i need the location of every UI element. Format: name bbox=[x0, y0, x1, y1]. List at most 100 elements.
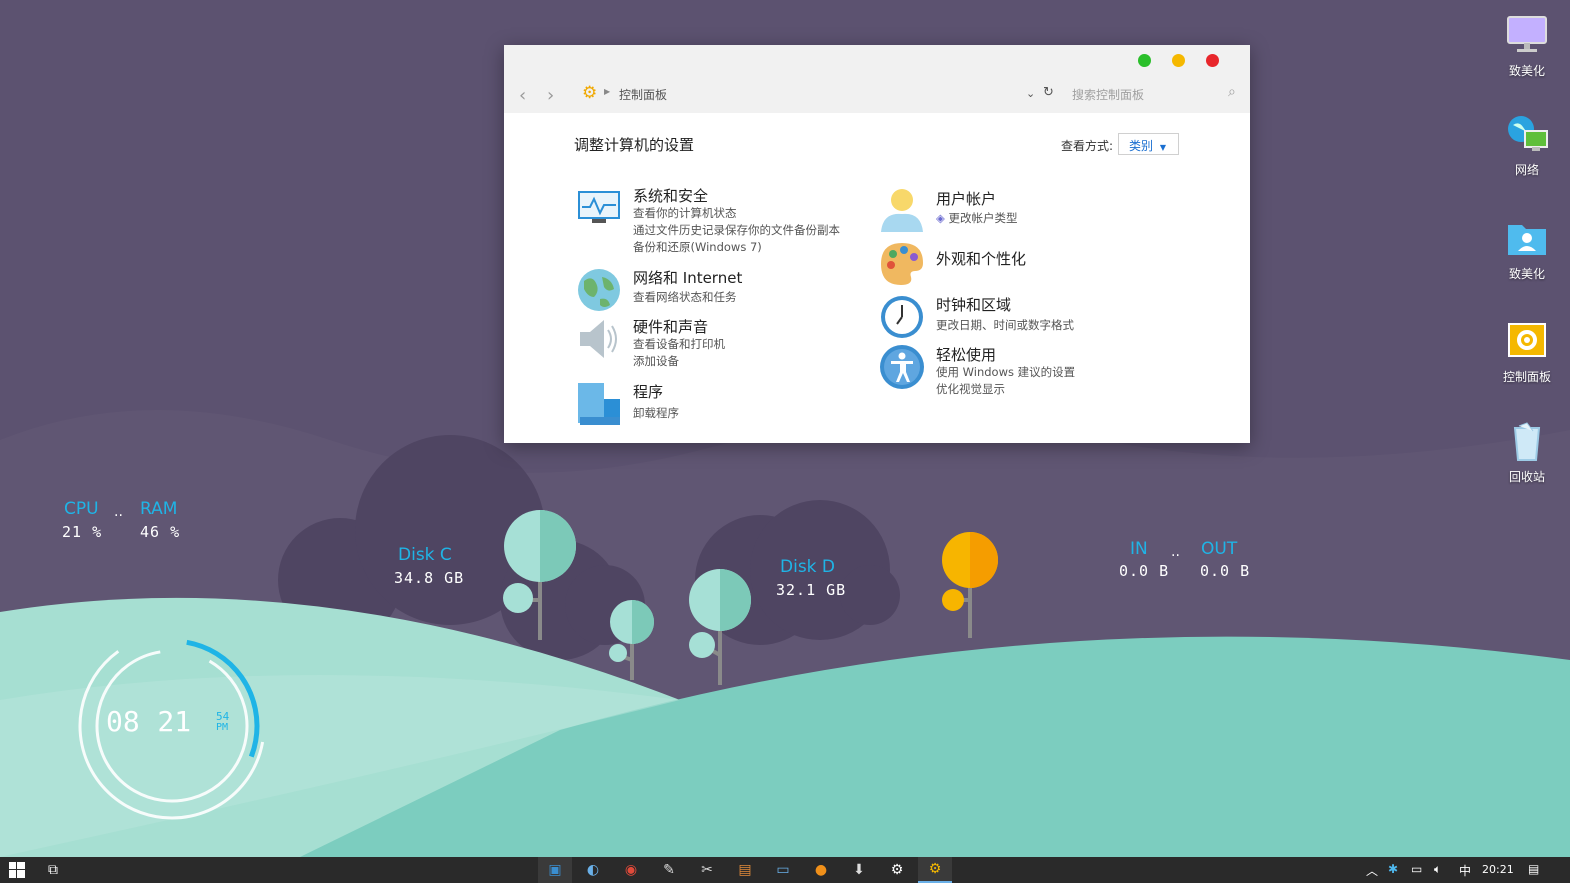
download-icon[interactable]: ⬇ bbox=[842, 857, 876, 883]
clock-ampm: PM bbox=[216, 722, 229, 733]
start-button[interactable] bbox=[0, 857, 34, 883]
category-link-text: 更改帐户类型 bbox=[948, 211, 1018, 225]
page-title: 调整计算机的设置 bbox=[574, 136, 695, 154]
explorer-icon[interactable]: ▣ bbox=[538, 857, 572, 883]
breadcrumb[interactable]: 控制面板 bbox=[619, 86, 667, 103]
address-dropdown-icon[interactable]: ⌄ bbox=[1026, 87, 1035, 100]
category-link[interactable]: 通过文件历史记录保存你的文件备份副本 bbox=[633, 222, 840, 238]
chrome-icon[interactable]: ◉ bbox=[614, 857, 648, 883]
refresh-icon[interactable]: ↻ bbox=[1043, 85, 1054, 100]
category-clock-region[interactable]: 时钟和区域 更改日期、时间或数字格式 bbox=[879, 294, 1159, 340]
category-programs[interactable]: 程序 卸载程序 bbox=[576, 381, 876, 427]
search-input[interactable]: 搜索控制面板 bbox=[1072, 86, 1144, 103]
control-panel-window: ‹ › ⚙ ▶ 控制面板 ⌄ ↻ 搜索控制面板 ⌕ 调整计算机的设置 查看方式:… bbox=[504, 45, 1250, 443]
system-security-icon bbox=[578, 191, 620, 223]
category-title[interactable]: 程序 bbox=[633, 381, 663, 402]
disk-c-label: Disk C bbox=[398, 545, 452, 565]
control-panel-icon[interactable]: ⚙ bbox=[918, 857, 952, 883]
category-hardware-sound[interactable]: 硬件和声音 查看设备和打印机 添加设备 bbox=[576, 316, 876, 370]
category-link[interactable]: 查看设备和打印机 bbox=[633, 336, 725, 352]
chevron-down-icon: ▼ bbox=[1159, 143, 1166, 152]
recycle-bin-icon bbox=[1513, 422, 1541, 461]
desktop-icon-label: 致美化 bbox=[1508, 267, 1545, 281]
category-title[interactable]: 外观和个性化 bbox=[936, 248, 1026, 269]
category-link[interactable]: 使用 Windows 建议的设置 bbox=[936, 364, 1075, 380]
category-title[interactable]: 网络和 Internet bbox=[633, 267, 742, 288]
volume-icon[interactable]: 🔈︎ bbox=[1434, 862, 1441, 877]
display-icon[interactable]: ▭ bbox=[766, 857, 800, 883]
disk-d-label: Disk D bbox=[780, 557, 836, 577]
maximize-button[interactable] bbox=[1138, 54, 1151, 67]
control-panel-icon bbox=[1508, 323, 1546, 357]
globe-icon bbox=[578, 269, 620, 311]
user-folder-icon bbox=[1508, 225, 1546, 255]
network-tray-icon[interactable]: ▭ bbox=[1411, 862, 1422, 876]
cpu-value: 21 % bbox=[62, 523, 103, 541]
ime-indicator[interactable]: 中 bbox=[1459, 862, 1471, 879]
category-link[interactable]: 优化视觉显示 bbox=[936, 381, 1005, 397]
cpu-label: CPU bbox=[64, 499, 99, 519]
notification-icon[interactable]: ▤ bbox=[1528, 862, 1539, 876]
category-title[interactable]: 系统和安全 bbox=[633, 185, 708, 206]
view-by-value: 类别 bbox=[1129, 139, 1154, 153]
net-in-label: IN bbox=[1130, 539, 1148, 559]
category-system-security[interactable]: 系统和安全 查看你的计算机状态 通过文件历史记录保存你的文件备份副本 备份和还原… bbox=[576, 185, 876, 255]
desktop-icon-label: 致美化 bbox=[1508, 64, 1545, 78]
cpu-ram-separator: .. bbox=[114, 504, 123, 520]
monitor-icon bbox=[1507, 16, 1547, 52]
view-by-select[interactable]: 类别 ▼ bbox=[1118, 133, 1179, 155]
shield-icon: ◈ bbox=[936, 211, 945, 225]
category-link[interactable]: 备份和还原(Windows 7) bbox=[633, 239, 762, 255]
category-link[interactable]: 更改日期、时间或数字格式 bbox=[936, 317, 1074, 333]
category-title[interactable]: 时钟和区域 bbox=[936, 294, 1011, 315]
settings-icon[interactable]: ⚙ bbox=[880, 857, 914, 883]
notes-icon[interactable]: ✎ bbox=[652, 857, 686, 883]
back-arrow-icon[interactable]: ‹ bbox=[519, 85, 526, 106]
desktop-icon-meihua-1[interactable]: 致美化 bbox=[1486, 14, 1568, 79]
category-link[interactable]: 添加设备 bbox=[633, 353, 679, 369]
disk-c-value: 34.8 GB bbox=[394, 569, 465, 587]
taskbar: ⧉ ▣ ◐ ◉ ✎ ✂ ▤ ▭ ● ⬇ ⚙ ⚙ ︿ ✱ ▭ 🔈︎ 中 20:21… bbox=[0, 857, 1570, 883]
net-in-value: 0.0 B bbox=[1119, 562, 1170, 580]
search-icon[interactable]: ⌕ bbox=[1228, 84, 1236, 100]
close-button[interactable] bbox=[1206, 54, 1219, 67]
accessibility-icon bbox=[880, 345, 924, 389]
category-title[interactable]: 硬件和声音 bbox=[633, 316, 708, 337]
breadcrumb-chevron-icon[interactable]: ▶ bbox=[604, 87, 610, 96]
view-by-label: 查看方式: bbox=[1061, 139, 1114, 153]
category-title[interactable]: 用户帐户 bbox=[936, 188, 996, 209]
desktop-icon-control-panel[interactable]: 控制面板 bbox=[1486, 320, 1568, 385]
clock-minute: 21 bbox=[157, 705, 192, 738]
clock-widget: 08 21 bbox=[106, 705, 191, 738]
category-network-internet[interactable]: 网络和 Internet 查看网络状态和任务 bbox=[576, 267, 876, 313]
category-user-accounts[interactable]: 用户帐户 ◈ 更改帐户类型 bbox=[879, 188, 1159, 234]
category-title[interactable]: 轻松使用 bbox=[936, 344, 996, 365]
network-icon bbox=[1508, 116, 1548, 151]
category-appearance[interactable]: 外观和个性化 bbox=[879, 241, 1159, 287]
category-ease-of-access[interactable]: 轻松使用 使用 Windows 建议的设置 优化视觉显示 bbox=[879, 344, 1159, 396]
taskbar-clock[interactable]: 20:21 bbox=[1482, 863, 1514, 876]
edge-icon[interactable]: ◐ bbox=[576, 857, 610, 883]
app-tray-icon[interactable]: ✱ bbox=[1388, 862, 1398, 876]
desktop-icon-network[interactable]: 网络 bbox=[1486, 113, 1568, 178]
chevron-up-icon[interactable]: ︿ bbox=[1366, 862, 1378, 879]
task-view-icon[interactable]: ⧉ bbox=[36, 857, 70, 883]
category-link[interactable]: 查看你的计算机状态 bbox=[633, 205, 737, 221]
desktop-icon-recycle-bin[interactable]: 回收站 bbox=[1486, 420, 1568, 485]
category-link[interactable]: 卸载程序 bbox=[633, 405, 679, 421]
minimize-button[interactable] bbox=[1172, 54, 1185, 67]
gear-icon: ⚙ bbox=[582, 83, 598, 103]
desktop-icon-label: 控制面板 bbox=[1502, 370, 1551, 384]
net-out-value: 0.0 B bbox=[1200, 562, 1251, 580]
desktop-icon-meihua-2[interactable]: 致美化 bbox=[1486, 217, 1568, 282]
tools-icon[interactable]: ✂ bbox=[690, 857, 724, 883]
gallery-icon[interactable]: ▤ bbox=[728, 857, 762, 883]
programs-icon bbox=[578, 383, 620, 425]
speaker-icon bbox=[580, 320, 617, 358]
category-link[interactable]: 查看网络状态和任务 bbox=[633, 289, 737, 305]
forward-arrow-icon[interactable]: › bbox=[547, 85, 554, 106]
desktop-icon-label: 网络 bbox=[1514, 163, 1539, 177]
firefox-icon[interactable]: ● bbox=[804, 857, 838, 883]
category-link[interactable]: ◈ 更改帐户类型 bbox=[936, 210, 1018, 226]
clock-hour: 08 bbox=[106, 705, 140, 738]
